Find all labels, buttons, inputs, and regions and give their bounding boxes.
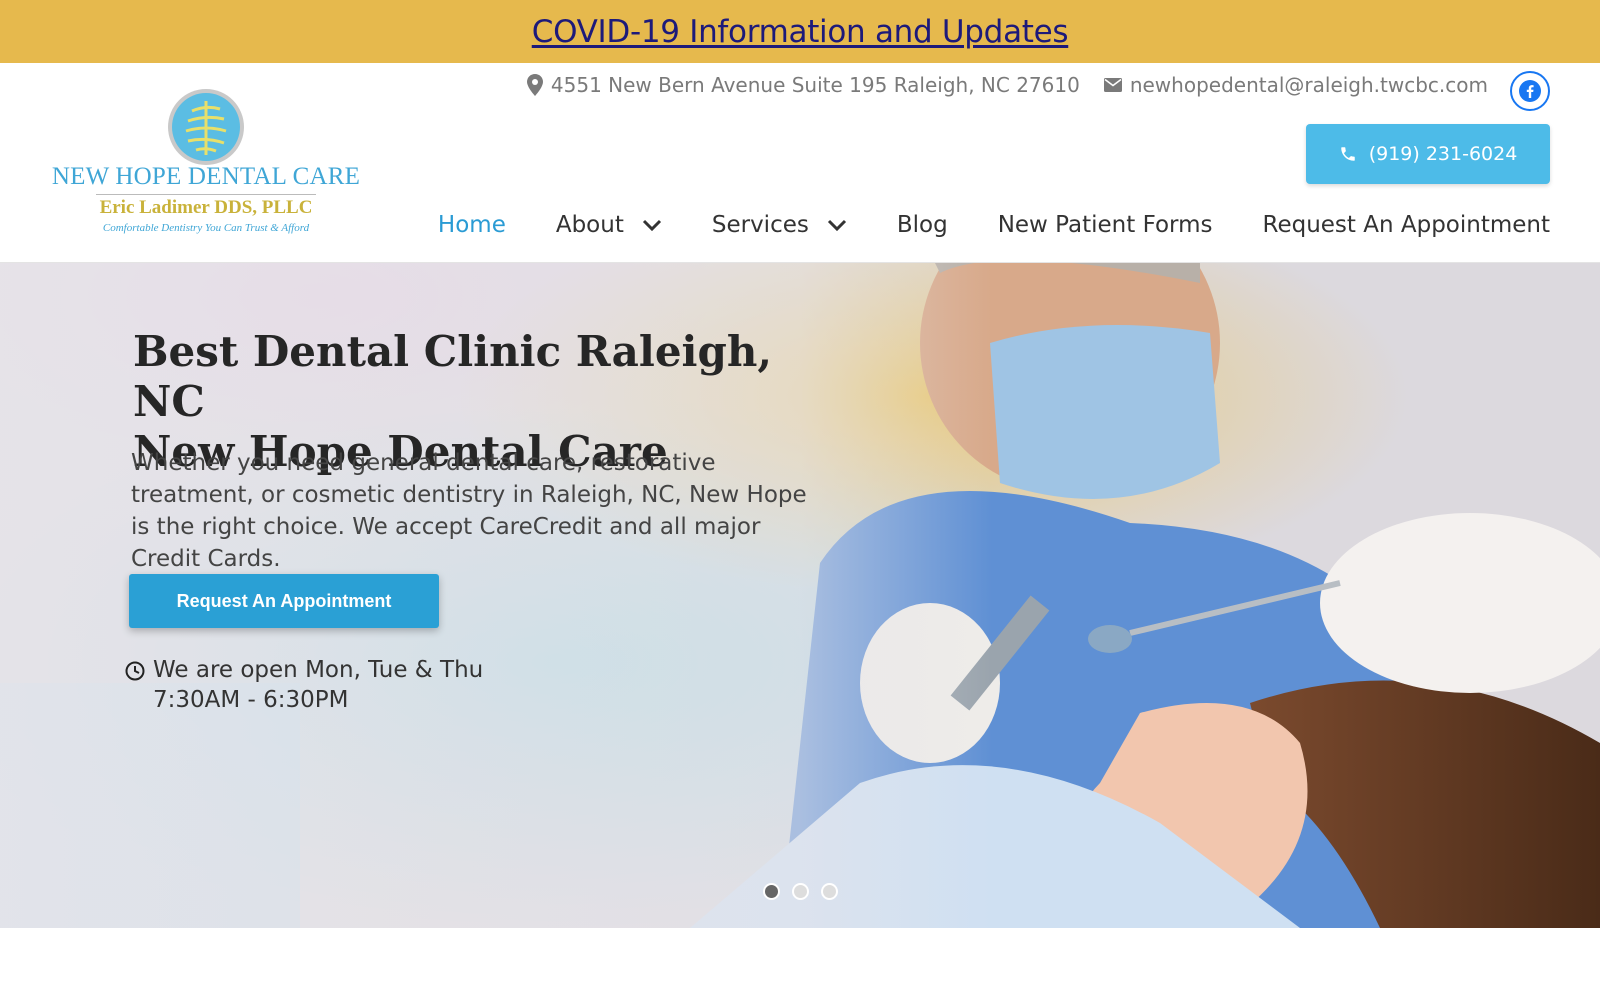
- site-logo[interactable]: NEW HOPE DENTAL CARE Eric Ladimer DDS, P…: [48, 87, 364, 237]
- nav-label: Request An Appointment: [1262, 212, 1551, 238]
- opening-hours: We are open Mon, Tue & Thu 7:30AM - 6:30…: [125, 655, 483, 715]
- clock-icon: [125, 661, 145, 681]
- chevron-down-icon: [827, 219, 846, 231]
- nav-label: New Patient Forms: [997, 212, 1213, 238]
- nav-item-request-appointment[interactable]: Request An Appointment: [1263, 212, 1551, 238]
- nav-label: Services: [711, 212, 809, 238]
- main-nav: Home About Services Blog New Patient For…: [438, 205, 1550, 245]
- hero-description: Whether you need general dental care, re…: [131, 450, 807, 572]
- contact-info: 4551 New Bern Avenue Suite 195 Raleigh, …: [526, 71, 1488, 99]
- nav-item-blog[interactable]: Blog: [897, 212, 948, 238]
- phone-icon: [1340, 147, 1355, 161]
- hero-slider: Best Dental Clinic Raleigh, NC New Hope …: [0, 263, 1600, 928]
- map-pin-icon: [526, 74, 543, 96]
- nav-label: Blog: [896, 212, 948, 238]
- slider-dot-2[interactable]: [792, 883, 809, 900]
- email-text: newhopedental@raleigh.twcbc.com: [1129, 73, 1488, 97]
- tree-emblem-icon: [168, 89, 244, 165]
- hours-times: 7:30AM - 6:30PM: [153, 687, 349, 713]
- email-link[interactable]: newhopedental@raleigh.twcbc.com: [1103, 73, 1488, 97]
- phone-number: (919) 231-6024: [1368, 143, 1518, 165]
- nav-label: About: [555, 212, 624, 238]
- slider-dot-3[interactable]: [821, 883, 838, 900]
- hours-days: We are open Mon, Tue & Thu: [153, 657, 484, 683]
- nav-item-about[interactable]: About: [556, 212, 662, 238]
- covid-banner: COVID-19 Information and Updates: [0, 0, 1600, 63]
- slider-dots: [763, 883, 838, 900]
- nav-item-home[interactable]: Home: [438, 212, 506, 238]
- logo-subtitle: Eric Ladimer DDS, PLLC: [99, 197, 313, 218]
- hero-title-line1: Best Dental Clinic Raleigh, NC: [133, 327, 773, 426]
- logo-title: NEW HOPE DENTAL CARE: [51, 163, 361, 190]
- chevron-down-icon: [642, 219, 661, 231]
- slider-dot-1[interactable]: [763, 883, 780, 900]
- request-appointment-button[interactable]: Request An Appointment: [129, 574, 439, 628]
- address-text: 4551 New Bern Avenue Suite 195 Raleigh, …: [550, 73, 1080, 97]
- address-link[interactable]: 4551 New Bern Avenue Suite 195 Raleigh, …: [526, 73, 1080, 97]
- facebook-link[interactable]: [1510, 71, 1550, 111]
- phone-button[interactable]: (919) 231-6024: [1306, 124, 1550, 184]
- facebook-icon: [1519, 80, 1541, 102]
- logo-divider: [96, 194, 316, 195]
- envelope-icon: [1103, 78, 1122, 92]
- nav-item-services[interactable]: Services: [712, 212, 847, 238]
- covid-info-link[interactable]: COVID-19 Information and Updates: [532, 14, 1069, 50]
- nav-item-new-patient-forms[interactable]: New Patient Forms: [998, 212, 1213, 238]
- site-header: NEW HOPE DENTAL CARE Eric Ladimer DDS, P…: [0, 63, 1600, 263]
- logo-tagline: Comfortable Dentistry You Can Trust & Af…: [102, 222, 310, 234]
- nav-label: Home: [437, 212, 506, 238]
